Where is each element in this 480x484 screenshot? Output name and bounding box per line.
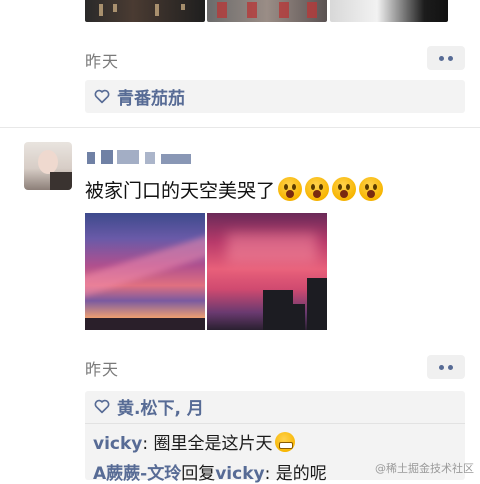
astonished-emoji-icon <box>359 177 384 201</box>
previous-post-photo-3[interactable] <box>330 0 448 22</box>
comment-separator: : <box>142 434 154 454</box>
post-text: 被家门口的天空美哭了 <box>85 176 384 203</box>
heart-icon <box>94 89 110 104</box>
comment-author[interactable]: vicky <box>93 434 142 454</box>
likes-box: 青番茄茄 <box>85 80 465 113</box>
grinning-emoji-icon <box>274 432 295 452</box>
dot-icon <box>448 55 453 61</box>
more-actions-button[interactable] <box>427 355 465 379</box>
post-divider <box>0 127 480 128</box>
liker-names[interactable]: 青番茄茄 <box>117 84 185 109</box>
reply-word: 回复 <box>181 464 216 484</box>
likes-row: 青番茄茄 <box>85 80 465 112</box>
astonished-emoji-icon <box>332 177 357 201</box>
dot-icon <box>439 55 444 61</box>
comment-separator: : <box>264 464 276 484</box>
heart-icon <box>94 399 110 414</box>
comment-divider <box>85 423 465 424</box>
username[interactable] <box>85 148 195 166</box>
comment-item[interactable]: A蕨蕨-文玲回复vicky: 是的呢 <box>93 459 327 484</box>
post-photo-2[interactable] <box>207 213 327 330</box>
comment-author[interactable]: A蕨蕨-文玲 <box>93 464 181 484</box>
reply-to-user[interactable]: vicky <box>215 464 264 484</box>
post-time: 昨天 <box>85 52 120 71</box>
more-actions-button[interactable] <box>427 46 465 70</box>
liker-names[interactable]: 黄.松下, 月 <box>117 394 204 419</box>
comment-text: 圈里全是这片天 <box>153 434 273 454</box>
comment-item[interactable]: vicky: 圈里全是这片天 <box>93 429 295 454</box>
watermark: @稀土掘金技术社区 <box>375 462 474 475</box>
previous-post-photo-1[interactable] <box>85 0 205 22</box>
post-text-content: 被家门口的天空美哭了 <box>85 180 276 202</box>
likes-row: 黄.松下, 月 <box>85 391 465 421</box>
astonished-emoji-icon <box>278 177 303 201</box>
comment-text: 是的呢 <box>275 464 327 484</box>
previous-post-photo-2[interactable] <box>207 0 327 22</box>
dot-icon <box>439 364 444 370</box>
avatar[interactable] <box>24 142 72 190</box>
dot-icon <box>448 364 453 370</box>
astonished-emoji-icon <box>305 177 330 201</box>
post-time: 昨天 <box>85 360 120 379</box>
post-photo-1[interactable] <box>85 213 205 330</box>
